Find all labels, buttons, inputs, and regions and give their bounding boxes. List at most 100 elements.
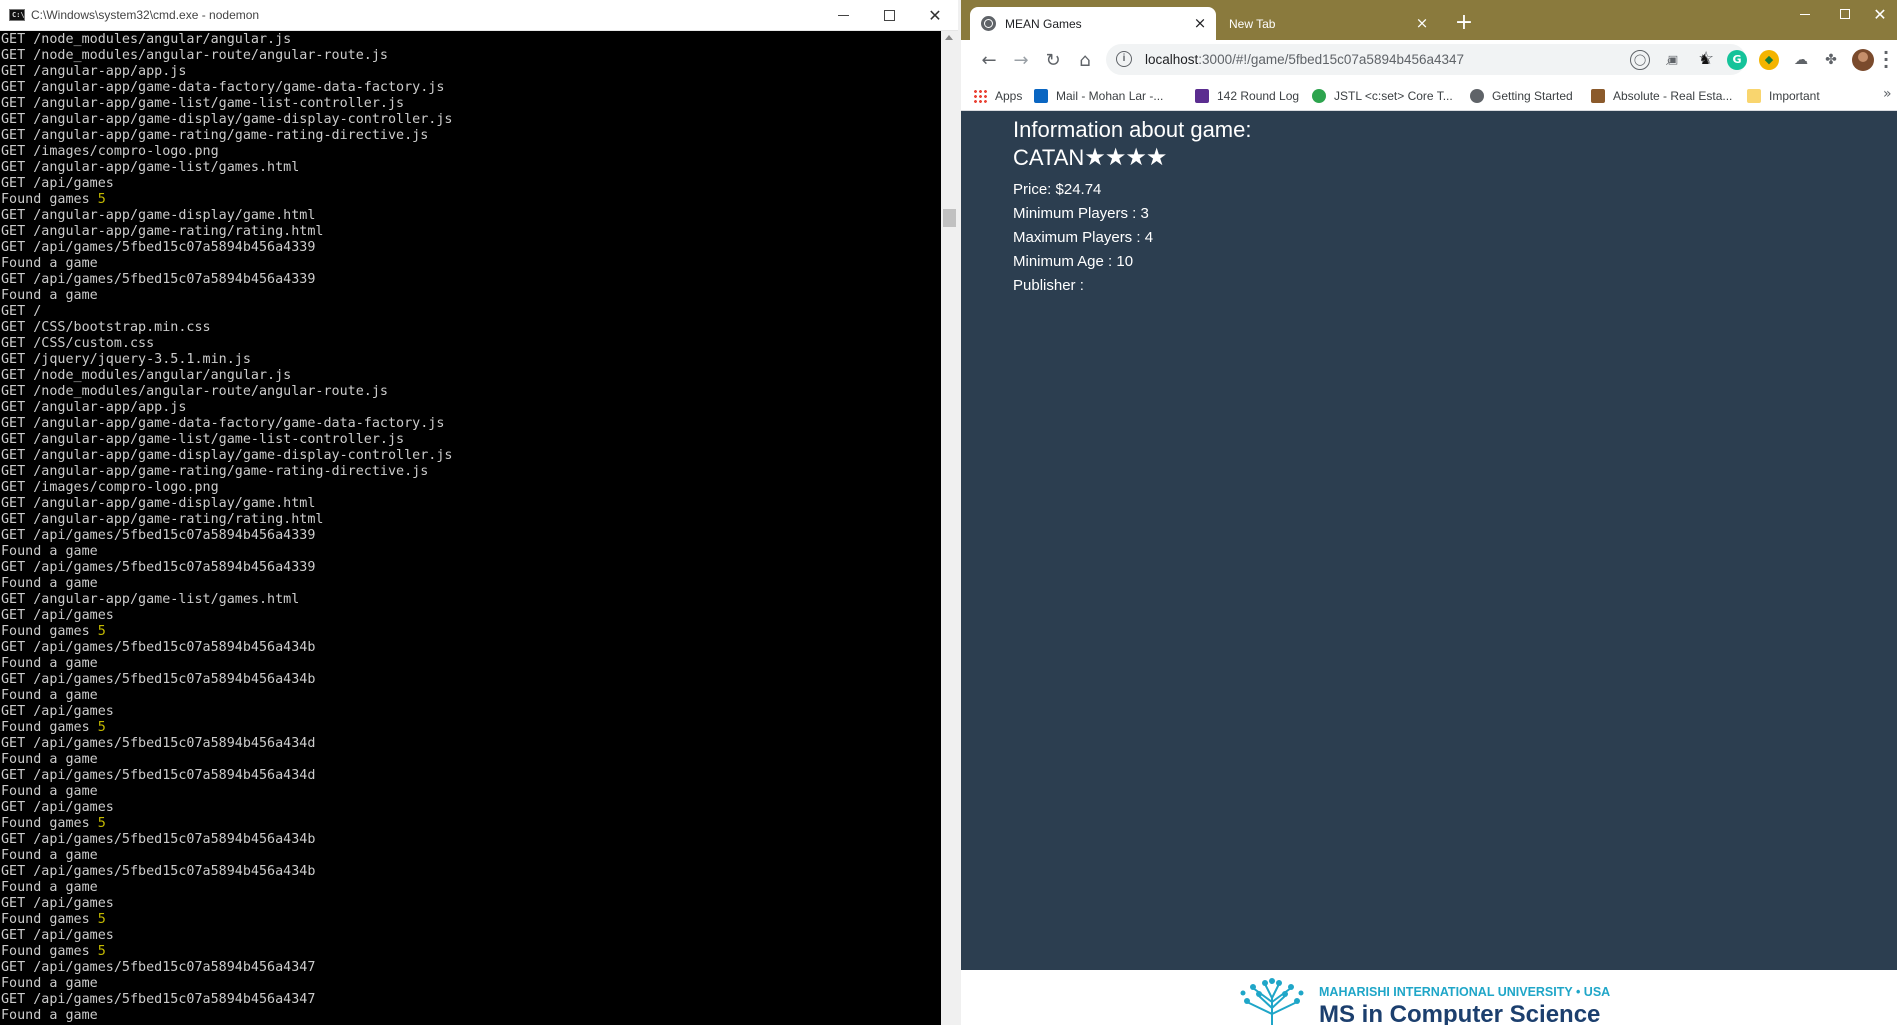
bookmark-absolute[interactable]: Absolute - Real Esta... [1591,87,1732,105]
game-max-players: Maximum Players : 4 [1013,229,1154,246]
forward-arrow-icon[interactable]: → [1009,48,1033,72]
tab-close-icon[interactable]: × [1414,15,1430,31]
browser-maximize-button[interactable] [1827,0,1863,28]
browser-window: MEAN Games × New Tab × + ✕ ← → ↻ ⌂ i loc… [961,0,1897,1025]
console-line: GET /api/games/5fbed15c07a5894b456a4347 [1,960,316,975]
console-line: Found games 5 [1,720,106,735]
bookmark-important[interactable]: Important [1747,87,1820,105]
scroll-up-arrow-icon[interactable] [945,35,953,40]
address-url[interactable]: localhost:3000/#!/game/5fbed15c07a5894b4… [1145,52,1464,67]
puzzle-icon[interactable]: ✤ [1821,50,1841,70]
console-line: GET /api/games [1,896,114,911]
university-name: MAHARISHI INTERNATIONAL UNIVERSITY • USA [1319,985,1611,999]
bookmark-jstl[interactable]: JSTL <c:set> Core T... [1312,87,1453,105]
bookmark-getting-started[interactable]: Getting Started [1470,87,1573,105]
console-line: Found a game [1,880,98,895]
cmd-close-button[interactable]: ✕ [912,0,958,31]
console-line: GET /images/compro-logo.png [1,480,219,495]
camera-icon[interactable]: ▣ [1663,50,1683,70]
tab-close-icon[interactable]: × [1192,15,1208,31]
page-title: Information about game: [1013,117,1252,142]
console-line: GET /angular-app/game-list/game-list-con… [1,432,405,447]
bookmark-label: 142 Round Log [1217,89,1300,103]
console-line: Found a game [1,1008,98,1023]
back-arrow-icon[interactable]: ← [977,48,1001,72]
console-line: Found a game [1,544,98,559]
console-line: GET /angular-app/game-list/games.html [1,592,300,607]
cmd-minimize-button[interactable] [820,0,866,31]
new-tab-button[interactable]: + [1453,12,1475,34]
cmd-titlebar[interactable]: C:\ C:\Windows\system32\cmd.exe - nodemo… [0,0,958,31]
grammarly-icon[interactable]: G [1727,50,1747,70]
console-line: GET /api/games/5fbed15c07a5894b456a434b [1,864,316,879]
program-name: MS in Computer Science [1319,1001,1601,1025]
bookmark-label: Mail - Mohan Lar -... [1056,89,1164,103]
console-line: GET /CSS/bootstrap.min.css [1,320,211,335]
bookmark-mail[interactable]: Mail - Mohan Lar -... [1034,87,1163,105]
console-line: Found a game [1,688,98,703]
cmd-maximize-button[interactable] [866,0,912,31]
browser-toolbar: ← → ↻ ⌂ i localhost:3000/#!/game/5fbed15… [961,40,1897,80]
console-line: GET /images/compro-logo.png [1,144,219,159]
console-line: Found games 5 [1,816,106,831]
console-line: Found games 5 [1,912,106,927]
bookmark-label: Important [1769,89,1820,103]
apps-grid-icon [973,89,987,103]
console-line: GET /api/games/5fbed15c07a5894b456a4339 [1,528,316,543]
browser-close-button[interactable]: ✕ [1863,0,1897,28]
console-line: GET /api/games [1,176,114,191]
tree-logo-icon [1240,978,1304,1025]
console-line: GET /node_modules/angular/angular.js [1,32,292,47]
list-icon [1195,89,1209,103]
minimize-icon [837,15,849,16]
console-line: GET /api/games [1,928,114,943]
console-line: GET /api/games/5fbed15c07a5894b456a4339 [1,272,316,287]
extension-circle-icon[interactable]: ◯ [1630,50,1650,70]
bookmark-apps[interactable]: Apps [973,87,1022,105]
folder-icon [1747,89,1761,103]
console-line: GET /api/games [1,608,114,623]
profile-avatar[interactable] [1852,49,1874,71]
bookmark-label: Getting Started [1492,89,1573,103]
scrollbar-thumb[interactable] [943,209,956,227]
home-icon[interactable]: ⌂ [1073,48,1097,72]
console-line: GET /angular-app/app.js [1,64,187,79]
game-min-players: Minimum Players : 3 [1013,205,1149,222]
maximize-icon [1840,9,1850,19]
cmd-scrollbar[interactable] [941,31,958,1025]
site-info-icon[interactable]: i [1116,51,1132,67]
tab-new-tab[interactable]: New Tab × [1216,7,1441,40]
console-output[interactable]: GET /node_modules/angular/angular.js GET … [0,31,941,1025]
bookmark-label: JSTL <c:set> Core T... [1334,89,1453,103]
tab-label: MEAN Games [1005,17,1082,31]
console-line: Found a game [1,784,98,799]
cloud-icon[interactable]: ☁ [1791,50,1811,70]
minimize-icon [1800,13,1810,15]
console-line: GET /node_modules/angular/angular.js [1,368,292,383]
console-line: GET /jquery/jquery-3.5.1.min.js [1,352,251,367]
reload-icon[interactable]: ↻ [1041,48,1065,72]
globe-icon [981,16,996,31]
extension-globe-icon[interactable]: ◆ [1759,50,1779,70]
game-details: Price: $24.74 Minimum Players : 3 Maximu… [1013,178,1153,298]
browser-minimize-button[interactable] [1787,0,1823,28]
console-line: GET /api/games/5fbed15c07a5894b456a4347 [1,992,316,1007]
console-line: GET /angular-app/game-display/game.html [1,496,316,511]
console-line: GET /angular-app/game-rating/rating.html [1,512,324,527]
console-line: GET /CSS/custom.css [1,336,155,351]
console-line: GET /api/games/5fbed15c07a5894b456a434b [1,640,316,655]
more-menu-icon[interactable]: · · · [1883,45,1889,75]
maximize-icon [883,10,895,21]
bookmark-round-log[interactable]: 142 Round Log [1195,87,1299,105]
game-title-row: CATAN★★★★ [1013,143,1251,171]
console-line: GET /angular-app/game-rating/game-rating… [1,464,429,479]
console-line: GET /api/games/5fbed15c07a5894b456a434b [1,832,316,847]
extension-ninja-icon[interactable]: ♞ [1695,50,1715,70]
bookmarks-overflow-icon[interactable]: » [1883,86,1892,102]
console-line: GET /angular-app/game-list/game-list-con… [1,96,405,111]
game-price: Price: $24.74 [1013,181,1102,198]
address-bar[interactable]: i localhost:3000/#!/game/5fbed15c07a5894… [1106,44,1746,75]
console-line: GET /api/games/5fbed15c07a5894b456a434d [1,736,316,751]
console-line: GET /angular-app/game-rating/rating.html [1,224,324,239]
tab-mean-games[interactable]: MEAN Games × [970,7,1216,40]
